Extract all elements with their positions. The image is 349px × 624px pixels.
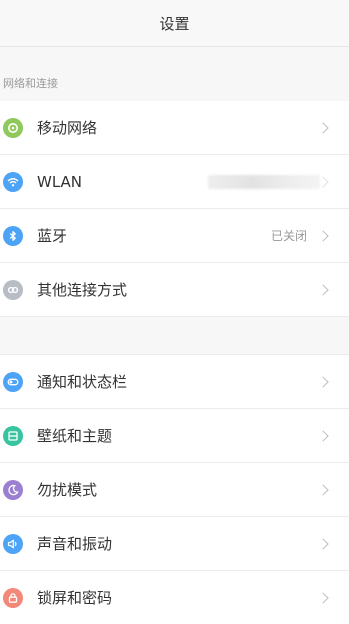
settings-item-sound[interactable]: 声音和振动 — [0, 516, 349, 570]
theme-icon — [3, 425, 23, 446]
chevron-right-icon — [317, 429, 329, 442]
link-icon — [3, 279, 23, 300]
chevron-right-icon — [317, 591, 329, 604]
display-settings-group: 通知和状态栏 壁纸和主题 勿扰模式 声音和振动 锁屏和密码 — [0, 355, 349, 624]
settings-item-bluetooth[interactable]: 蓝牙 已关闭 — [0, 208, 349, 262]
chevron-right-icon — [317, 483, 329, 496]
chevron-right-icon — [317, 121, 329, 134]
moon-icon — [3, 479, 23, 500]
section-header-network: 网络和连接 — [0, 47, 349, 101]
settings-item-notifications[interactable]: 通知和状态栏 — [0, 355, 349, 408]
settings-item-label: 通知和状态栏 — [37, 373, 128, 391]
settings-item-lock-screen[interactable]: 锁屏和密码 — [0, 570, 349, 624]
page-title: 设置 — [159, 14, 190, 33]
section-divider — [0, 316, 349, 355]
lock-icon — [3, 587, 23, 608]
settings-item-label: 壁纸和主题 — [37, 427, 113, 445]
settings-item-wallpaper[interactable]: 壁纸和主题 — [0, 408, 349, 462]
chevron-right-icon — [317, 283, 329, 296]
settings-item-label: 勿扰模式 — [37, 481, 98, 499]
chevron-right-icon — [317, 537, 329, 550]
title-bar: 设置 — [0, 0, 349, 47]
settings-item-other-connections[interactable]: 其他连接方式 — [0, 262, 349, 316]
settings-item-label: 其他连接方式 — [37, 281, 128, 299]
chevron-right-icon — [317, 375, 329, 388]
mobile-network-icon — [3, 117, 23, 138]
toggle-icon — [3, 371, 23, 392]
settings-item-label: 声音和振动 — [37, 535, 113, 553]
chevron-right-icon — [317, 229, 329, 242]
settings-item-label: WLAN — [37, 172, 83, 191]
wlan-network-name-redacted — [208, 174, 320, 189]
settings-item-wlan[interactable]: WLAN — [0, 154, 349, 208]
bluetooth-icon — [3, 225, 23, 246]
settings-item-label: 锁屏和密码 — [37, 589, 113, 607]
settings-item-label: 移动网络 — [37, 119, 98, 137]
bluetooth-status: 已关闭 — [270, 229, 307, 243]
settings-item-do-not-disturb[interactable]: 勿扰模式 — [0, 462, 349, 516]
speaker-icon — [3, 533, 23, 554]
wifi-icon — [3, 171, 23, 192]
network-settings-group: 移动网络 WLAN 蓝牙 已关闭 其他连接方式 — [0, 101, 349, 316]
settings-item-mobile-network[interactable]: 移动网络 — [0, 101, 349, 154]
settings-item-label: 蓝牙 — [37, 227, 68, 245]
